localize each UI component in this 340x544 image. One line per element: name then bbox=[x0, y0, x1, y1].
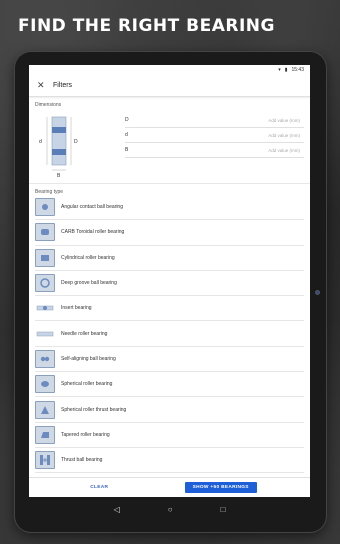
bore-diameter-input[interactable] bbox=[145, 132, 304, 138]
recents-icon[interactable]: □ bbox=[221, 505, 226, 514]
dimension-field-outer-diameter: D bbox=[125, 113, 304, 128]
app-bar: ✕ Filters bbox=[29, 75, 310, 97]
dimensions-section: d D B D d B bbox=[29, 108, 310, 184]
list-item[interactable]: Angular contact ball bearing bbox=[35, 195, 304, 221]
dimension-field-label: B bbox=[125, 147, 129, 153]
home-icon[interactable]: ○ bbox=[168, 505, 173, 514]
bearing-type-name: Thrust ball bearing bbox=[61, 457, 103, 464]
dimension-field-bore-diameter: d bbox=[125, 128, 304, 143]
list-item[interactable]: Needle roller bearing bbox=[35, 321, 304, 347]
bearing-type-list: Angular contact ball bearing CARB Toroid… bbox=[29, 195, 310, 474]
list-item[interactable]: Thrust ball bearing bbox=[35, 448, 304, 474]
diagram-label-B: B bbox=[57, 173, 61, 179]
bearing-type-name: Angular contact ball bearing bbox=[61, 204, 123, 211]
bearing-dimension-diagram: d D B bbox=[35, 113, 125, 183]
show-bearings-button[interactable]: SHOW +50 BEARINGS bbox=[184, 482, 257, 493]
width-input[interactable] bbox=[145, 147, 304, 153]
bearing-cross-section-icon: d D B bbox=[39, 116, 78, 179]
carb-toroidal-bearing-icon bbox=[35, 223, 55, 242]
bearing-type-name: Self-aligning ball bearing bbox=[61, 355, 116, 362]
list-item[interactable]: Deep groove ball bearing bbox=[35, 271, 304, 297]
dimension-fields: D d B bbox=[125, 113, 304, 183]
diagram-label-D: D bbox=[74, 139, 78, 145]
list-item[interactable]: CARB Toroidal roller bearing bbox=[35, 220, 304, 246]
list-item[interactable]: Self-aligning ball bearing bbox=[35, 347, 304, 373]
camera-icon bbox=[315, 290, 320, 295]
bearing-type-name: Spherical roller bearing bbox=[61, 381, 113, 388]
list-item[interactable]: Spherical roller bearing bbox=[35, 372, 304, 398]
spherical-roller-thrust-bearing-icon bbox=[35, 400, 55, 419]
status-bar: ▾ ▮ 15:43 bbox=[29, 65, 310, 75]
headline: FIND THE RIGHT BEARING bbox=[18, 16, 275, 36]
bearing-type-label: Bearing type bbox=[35, 189, 64, 195]
deep-groove-bearing-icon bbox=[35, 274, 55, 293]
filter-footer: CLEAR SHOW +50 BEARINGS bbox=[29, 477, 310, 497]
cylindrical-roller-bearing-icon bbox=[35, 248, 55, 267]
dimensions-label: Dimensions bbox=[35, 102, 62, 108]
bearing-type-name: Needle roller bearing bbox=[61, 330, 108, 337]
tapered-roller-bearing-icon bbox=[35, 425, 55, 444]
angular-contact-bearing-icon bbox=[35, 198, 55, 217]
wifi-icon: ▾ bbox=[278, 67, 281, 73]
page-title: Filters bbox=[53, 82, 73, 89]
bearing-type-name: Insert bearing bbox=[61, 305, 92, 312]
bearing-type-name: Cylindrical roller bearing bbox=[61, 254, 115, 261]
needle-roller-bearing-icon bbox=[35, 324, 55, 343]
dimension-field-label: d bbox=[125, 132, 128, 138]
bearing-type-name: Deep groove ball bearing bbox=[61, 280, 117, 287]
dimension-field-label: D bbox=[125, 117, 129, 123]
android-nav-bar: ◁ ○ □ bbox=[29, 499, 310, 519]
clear-button[interactable]: CLEAR bbox=[84, 482, 114, 493]
dimension-field-width: B bbox=[125, 143, 304, 158]
list-item[interactable]: Cylindrical roller bearing bbox=[35, 246, 304, 271]
bearing-type-name: CARB Toroidal roller bearing bbox=[61, 229, 125, 236]
tablet-device: ▾ ▮ 15:43 ✕ Filters Dimensions d D B D A… bbox=[15, 52, 326, 532]
tablet-screen: ▾ ▮ 15:43 ✕ Filters Dimensions d D B D A… bbox=[29, 65, 310, 497]
spherical-roller-bearing-icon bbox=[35, 375, 55, 394]
insert-bearing-icon bbox=[35, 299, 55, 318]
status-time: 15:43 bbox=[291, 67, 304, 73]
thrust-ball-bearing-icon bbox=[35, 451, 55, 470]
back-icon[interactable]: ◁ bbox=[114, 505, 120, 514]
diagram-label-d: d bbox=[39, 139, 42, 145]
close-icon[interactable]: ✕ bbox=[37, 80, 51, 91]
self-aligning-bearing-icon bbox=[35, 349, 55, 368]
list-item[interactable]: Insert bearing bbox=[35, 296, 304, 322]
outer-diameter-input[interactable] bbox=[145, 117, 304, 123]
battery-icon: ▮ bbox=[284, 67, 288, 73]
list-item[interactable]: Spherical roller thrust bearing bbox=[35, 397, 304, 423]
list-item[interactable]: Tapered roller bearing bbox=[35, 423, 304, 448]
bearing-type-name: Tapered roller bearing bbox=[61, 431, 110, 438]
bearing-type-name: Spherical roller thrust bearing bbox=[61, 406, 127, 413]
